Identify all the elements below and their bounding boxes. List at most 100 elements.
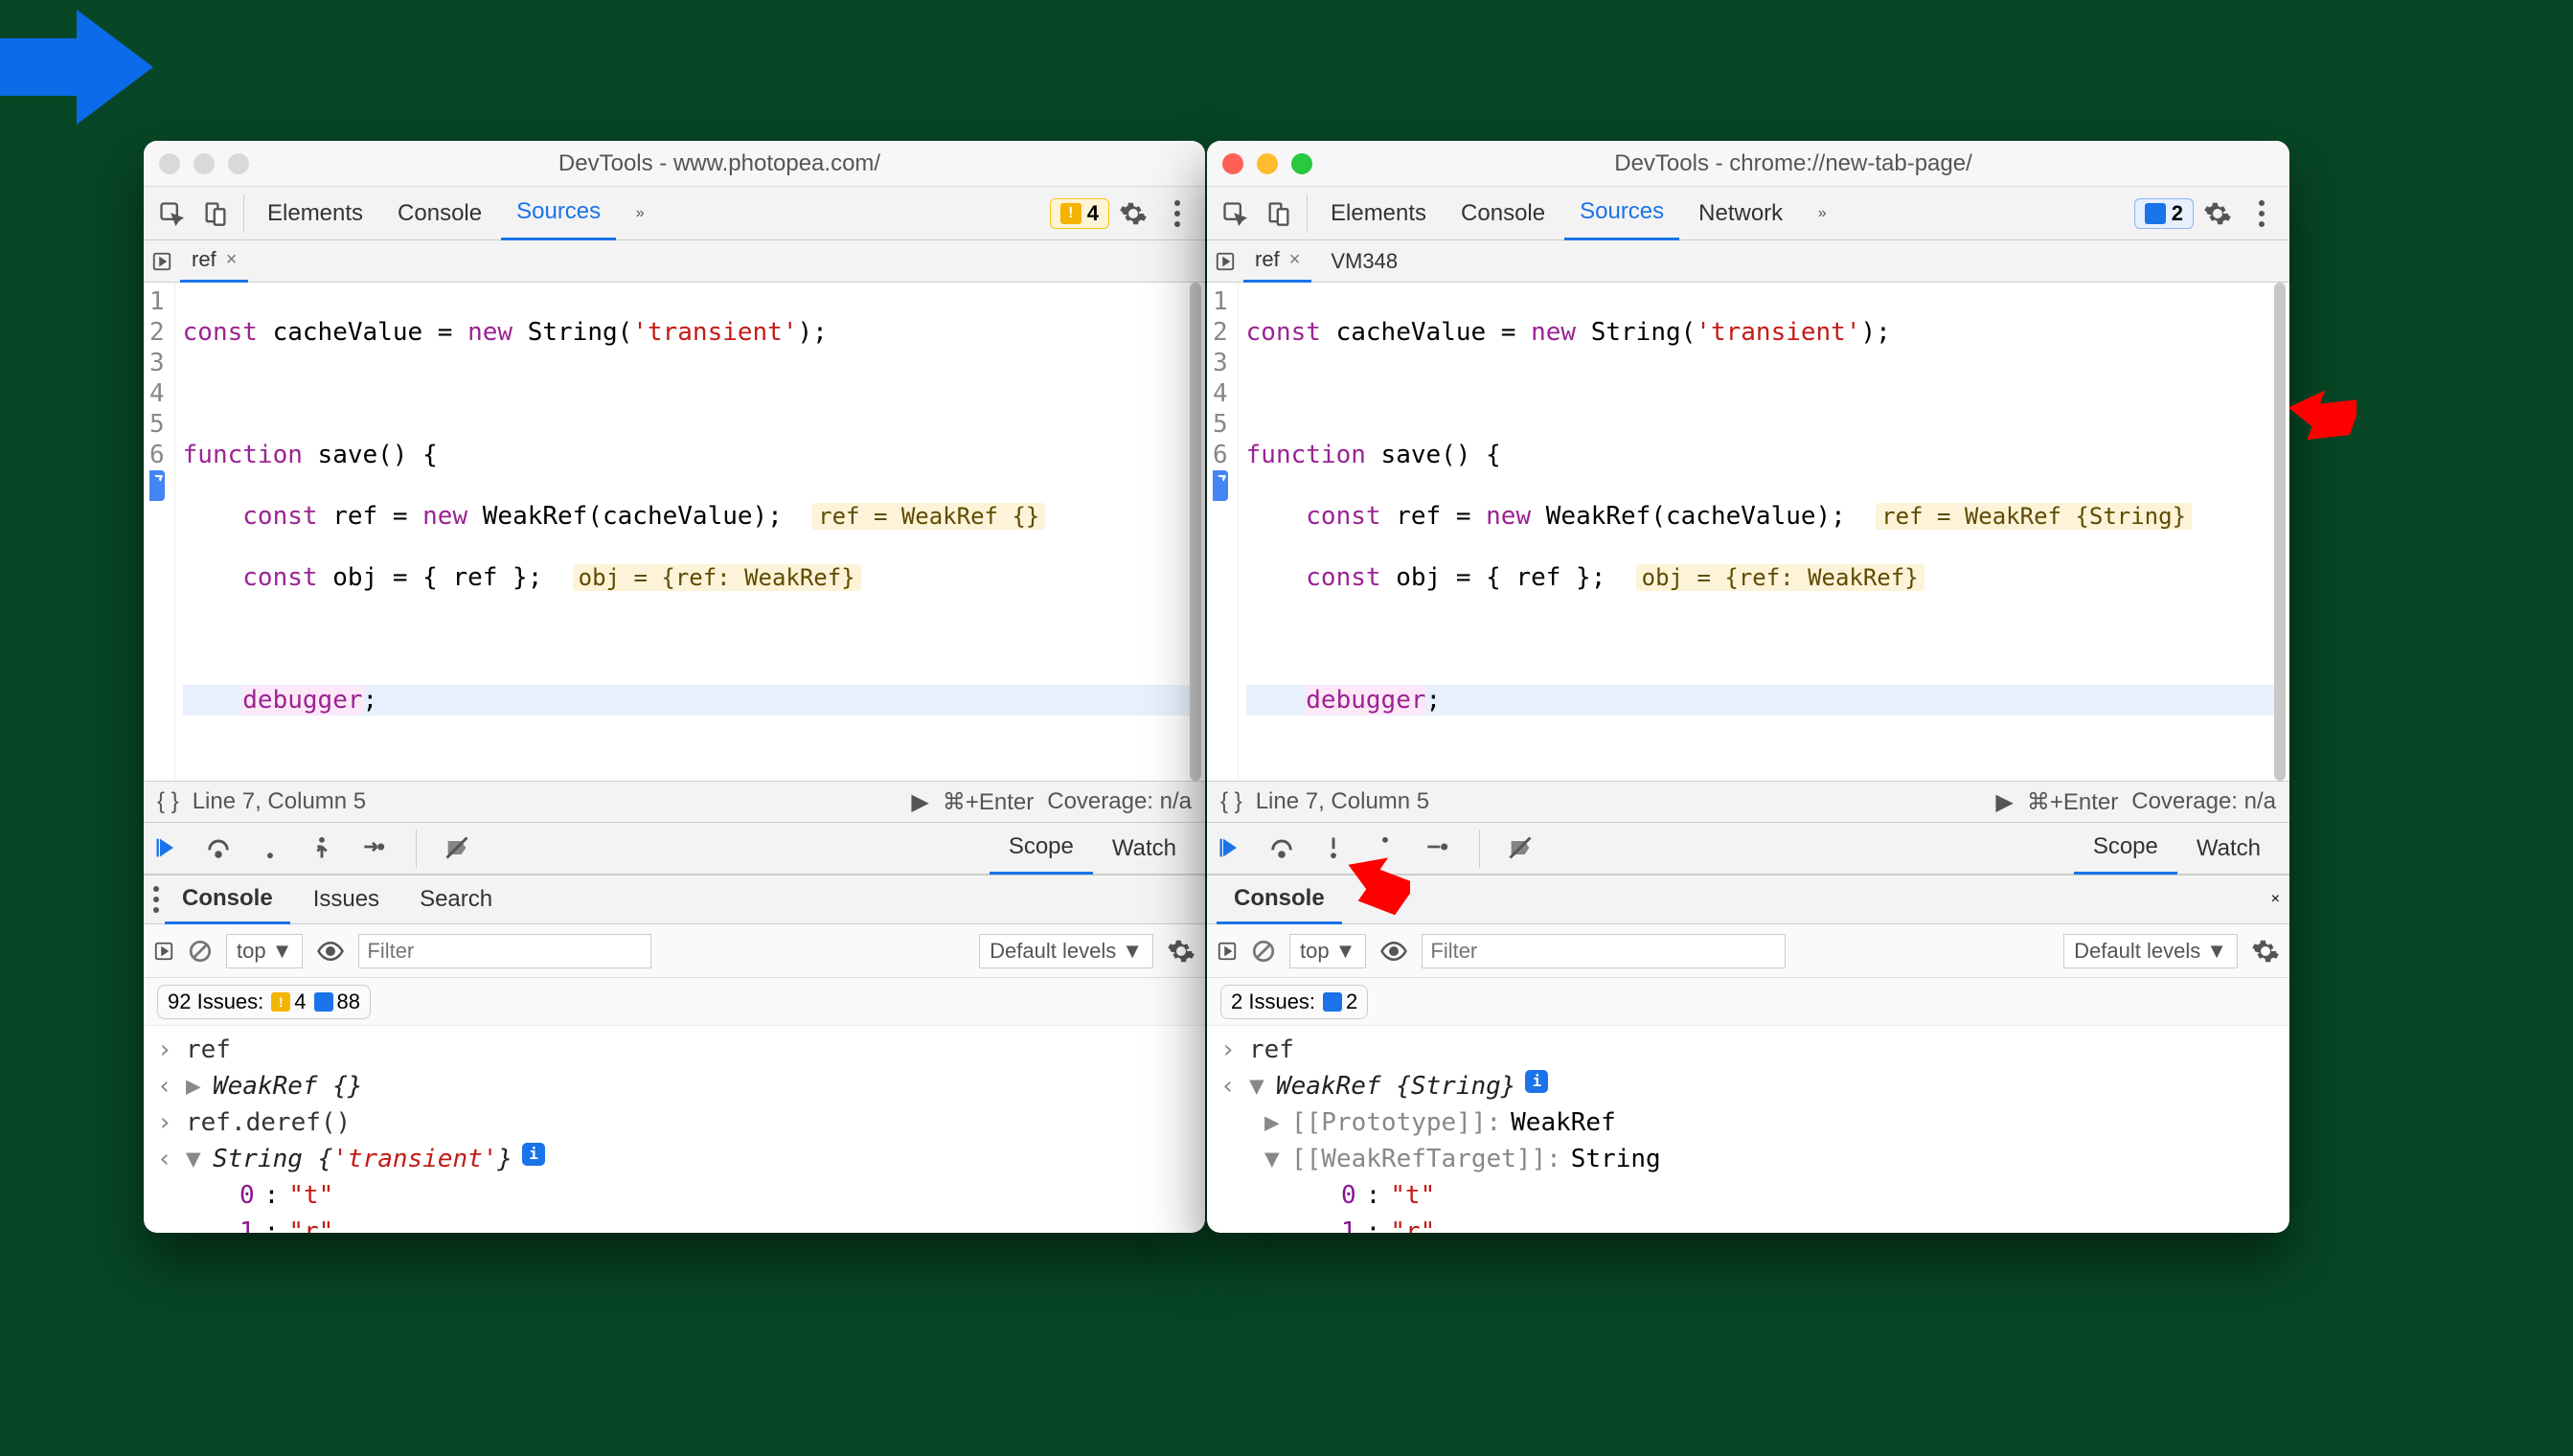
tab-elements[interactable]: Elements [1315, 187, 1442, 240]
step-icon[interactable] [1423, 834, 1452, 863]
issues-badge[interactable]: !4 [1050, 198, 1109, 229]
tab-console[interactable]: Console [1446, 187, 1560, 240]
step-over-icon[interactable] [1268, 834, 1297, 863]
expand-icon[interactable]: ▶ [186, 1070, 203, 1103]
file-tab-ref[interactable]: ref× [1243, 240, 1311, 283]
issues-badge[interactable]: 2 [2134, 198, 2194, 229]
file-tabs: ref × [144, 240, 1205, 283]
issues-pill[interactable]: 92 Issues: !4 88 [157, 985, 371, 1019]
eye-icon[interactable] [316, 937, 345, 966]
editor-statusbar: { } Line 7, Column 5 ▶ ⌘+Enter Coverage:… [1207, 781, 2289, 823]
console-output[interactable]: ›ref ‹▶WeakRef {} ›ref.deref() ‹▼String … [144, 1026, 1205, 1233]
filter-input[interactable] [358, 934, 651, 968]
console-toolbar: top ▼ Default levels ▼ [144, 924, 1205, 978]
drawer-tab-console[interactable]: Console [1217, 875, 1342, 924]
collapse-icon[interactable]: ▼ [1249, 1070, 1266, 1103]
zoom-dot[interactable] [1291, 153, 1312, 174]
step-over-icon[interactable] [205, 834, 234, 863]
console-settings-icon[interactable] [1167, 937, 1195, 966]
close-dot[interactable] [1222, 153, 1243, 174]
console-output-line[interactable]: WeakRef {String} [1276, 1070, 1515, 1103]
deactivate-breakpoints-icon[interactable] [1507, 834, 1536, 863]
minimize-dot[interactable] [194, 153, 215, 174]
code-editor[interactable]: 1234567 const cacheValue = new String('t… [144, 283, 1205, 781]
device-icon[interactable] [1259, 193, 1299, 234]
property-row[interactable]: 1: "r" [144, 1214, 1205, 1233]
settings-icon[interactable] [2197, 193, 2238, 234]
context-selector[interactable]: top ▼ [226, 934, 303, 968]
more-tabs-icon[interactable]: » [620, 193, 660, 234]
more-tabs-icon[interactable]: » [1802, 193, 1842, 234]
code-body[interactable]: const cacheValue = new String('transient… [1239, 283, 2289, 781]
drawer-tab-search[interactable]: Search [402, 875, 510, 924]
console-settings-icon[interactable] [2251, 937, 2280, 966]
log-levels-selector[interactable]: Default levels ▼ [2063, 934, 2238, 968]
info-icon[interactable]: i [522, 1143, 545, 1166]
drawer-kebab-icon[interactable] [153, 886, 159, 913]
console-output[interactable]: ›ref ‹▼WeakRef {String} i ▶[[Prototype]]… [1207, 1026, 2289, 1233]
drawer-tab-issues[interactable]: Issues [296, 875, 397, 924]
log-levels-selector[interactable]: Default levels ▼ [979, 934, 1153, 968]
info-icon[interactable]: i [1525, 1070, 1548, 1093]
step-icon[interactable] [360, 834, 389, 863]
close-tab-icon[interactable]: × [1289, 249, 1301, 271]
traffic-lights [1222, 153, 1312, 174]
expand-icon[interactable]: ▶ [1264, 1106, 1282, 1139]
editor-statusbar: { } Line 7, Column 5 ▶ ⌘+Enter Coverage:… [144, 781, 1205, 823]
console-play-icon[interactable] [153, 941, 174, 962]
code-body[interactable]: const cacheValue = new String('transient… [175, 283, 1205, 781]
file-tab-ref[interactable]: ref × [180, 240, 248, 283]
run-icon[interactable]: ▶ [911, 788, 928, 816]
tab-network[interactable]: Network [1683, 187, 1798, 240]
tab-scope[interactable]: Scope [990, 823, 1093, 875]
tab-sources[interactable]: Sources [1564, 187, 1679, 240]
tab-watch[interactable]: Watch [2177, 823, 2280, 875]
editor-scrollbar[interactable] [1190, 283, 1203, 781]
tab-elements[interactable]: Elements [252, 187, 378, 240]
tab-sources[interactable]: Sources [501, 187, 616, 240]
resume-icon[interactable] [153, 834, 182, 863]
inline-hint: ref = WeakRef {String} [1876, 503, 2192, 530]
context-selector[interactable]: top ▼ [1289, 934, 1366, 968]
inspect-icon[interactable] [151, 193, 192, 234]
step-into-icon[interactable] [257, 834, 285, 863]
console-play-icon[interactable] [1217, 941, 1238, 962]
inspect-icon[interactable] [1215, 193, 1255, 234]
minimize-dot[interactable] [1257, 153, 1278, 174]
clear-console-icon[interactable] [1251, 939, 1276, 964]
issues-pill[interactable]: 2 Issues: 2 [1220, 985, 1368, 1019]
close-drawer-icon[interactable]: × [2271, 891, 2280, 908]
device-icon[interactable] [195, 193, 236, 234]
kebab-icon[interactable] [1157, 193, 1197, 234]
kebab-icon[interactable] [2242, 193, 2282, 234]
property-row[interactable]: 0: "t" [144, 1177, 1205, 1214]
property-row[interactable]: 1: "r" [1207, 1214, 2289, 1233]
editor-scrollbar[interactable] [2274, 283, 2288, 781]
braces-icon[interactable]: { } [157, 788, 179, 815]
eye-icon[interactable] [1379, 937, 1408, 966]
clear-console-icon[interactable] [188, 939, 213, 964]
resume-icon[interactable] [1217, 834, 1245, 863]
step-out-icon[interactable] [308, 834, 337, 863]
tab-watch[interactable]: Watch [1093, 823, 1195, 875]
collapse-icon[interactable]: ▼ [186, 1143, 203, 1175]
run-snippet-icon[interactable] [1215, 251, 1236, 272]
console-output-line[interactable]: WeakRef {} [213, 1070, 363, 1103]
close-dot[interactable] [159, 153, 180, 174]
zoom-dot[interactable] [228, 153, 249, 174]
property-row[interactable]: 0: "t" [1207, 1177, 2289, 1214]
deactivate-breakpoints-icon[interactable] [444, 834, 472, 863]
close-tab-icon[interactable]: × [226, 249, 238, 271]
scope-watch-tabs: Scope Watch [990, 823, 1195, 875]
run-icon[interactable]: ▶ [1995, 788, 2013, 816]
drawer-tab-console[interactable]: Console [165, 875, 290, 924]
filter-input[interactable] [1422, 934, 1786, 968]
tab-console[interactable]: Console [382, 187, 497, 240]
file-tab-vm[interactable]: VM348 [1319, 240, 1409, 283]
settings-icon[interactable] [1113, 193, 1153, 234]
collapse-icon[interactable]: ▼ [1264, 1143, 1282, 1175]
run-snippet-icon[interactable] [151, 251, 172, 272]
braces-icon[interactable]: { } [1220, 788, 1242, 815]
tab-scope[interactable]: Scope [2074, 823, 2177, 875]
code-editor[interactable]: 1234567 const cacheValue = new String('t… [1207, 283, 2289, 781]
